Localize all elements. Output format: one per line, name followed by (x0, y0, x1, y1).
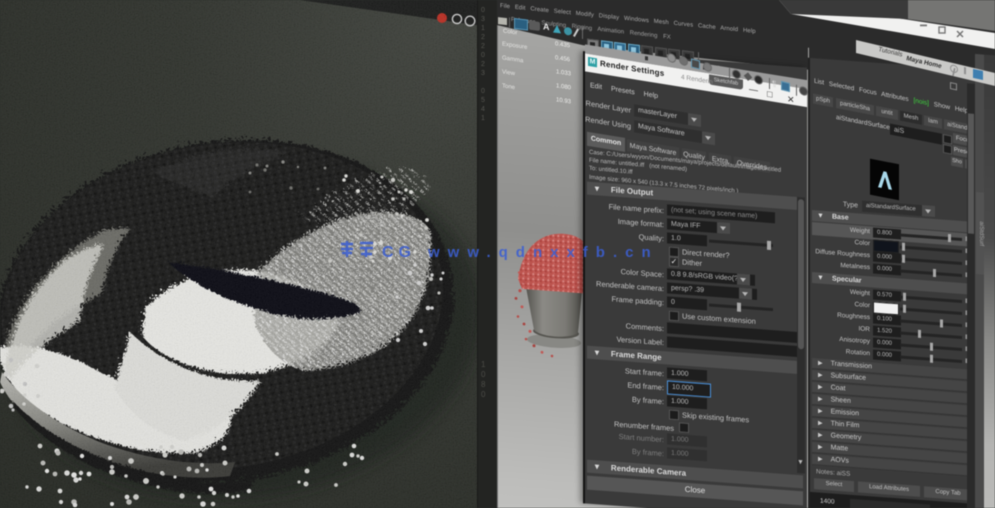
svg-text:CG: CG (382, 244, 416, 261)
svg-text:www.qdnxxfb.cn: www.qdnxxfb.cn (427, 244, 659, 261)
